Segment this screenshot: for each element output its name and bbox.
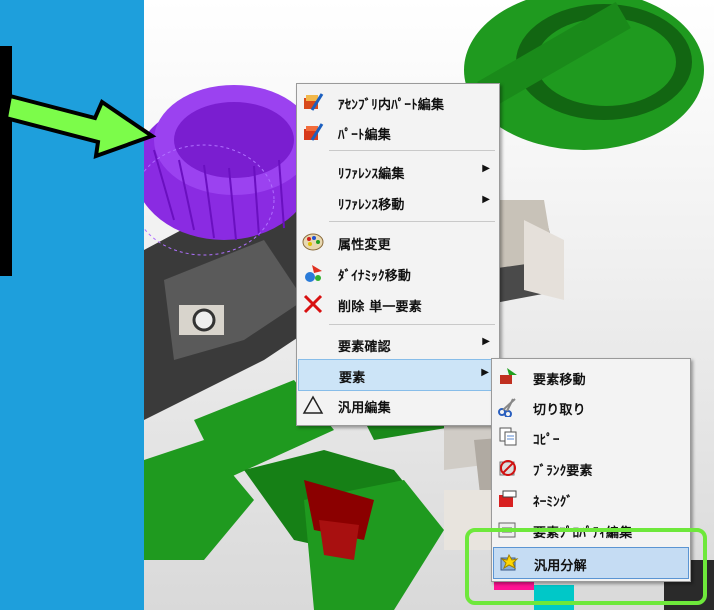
menu-item-label: 属性変更 (338, 238, 391, 253)
submenu-arrow-icon: ▶ (482, 336, 490, 347)
submenu-arrow-icon: ▶ (482, 163, 490, 174)
menu-separator (329, 324, 495, 325)
menu-item-part-edit[interactable]: ﾊﾟｰﾄ編集 (298, 117, 498, 147)
menu-item-dynamic-move[interactable]: ﾀﾞｲﾅﾐｯｸ移動 (298, 258, 498, 288)
submenu-item-element-move[interactable]: 要素移動 (493, 362, 689, 392)
menu-item-element[interactable]: 要素 ▶ (298, 359, 498, 391)
submenu-item-copy[interactable]: ｺﾋﾟｰ (493, 422, 689, 452)
menu-item-label: 削除 単一要素 (338, 300, 422, 315)
naming-icon (499, 490, 517, 507)
element-move-icon (500, 368, 517, 384)
menu-item-label: 要素移動 (533, 373, 586, 388)
menu-item-label: 要素確認 (338, 340, 391, 355)
triangle-icon (302, 395, 324, 414)
scissors-icon (498, 398, 516, 417)
menu-item-general-edit[interactable]: 汎用編集 (298, 390, 498, 420)
menu-item-label: ﾘﾌｧﾚﾝｽ編集 (338, 167, 405, 182)
menu-item-attribute-change[interactable]: 属性変更 (298, 227, 498, 257)
annotation-highlight-box (465, 528, 707, 605)
menu-item-label: 切り取り (533, 403, 586, 418)
menu-separator (329, 150, 495, 151)
menu-item-delete[interactable]: 削除 単一要素 (298, 289, 498, 319)
submenu-item-cut[interactable]: 切り取り (493, 392, 689, 422)
blank-element-icon (499, 460, 516, 476)
menu-item-label: 要素 (339, 371, 366, 386)
annotation-arrow (3, 93, 157, 159)
attribute-change-icon (302, 233, 324, 251)
menu-item-assembly-part-edit[interactable]: ｱｾﾝﾌﾞﾘ内ﾊﾟｰﾄ編集 (298, 87, 498, 117)
part-edit-icon (304, 123, 324, 141)
submenu-arrow-icon: ▶ (482, 194, 490, 205)
submenu-item-naming[interactable]: ﾈｰﾐﾝｸﾞ (493, 484, 689, 514)
menu-item-label: ｱｾﾝﾌﾞﾘ内ﾊﾟｰﾄ編集 (338, 98, 445, 113)
copy-icon (499, 427, 517, 446)
assembly-part-edit-icon (304, 93, 324, 111)
delete-icon (303, 294, 323, 314)
submenu-arrow-icon: ▶ (481, 367, 489, 378)
menu-separator (329, 221, 495, 222)
menu-item-label: ﾀﾞｲﾅﾐｯｸ移動 (338, 269, 412, 284)
menu-item-label: ｺﾋﾟｰ (533, 433, 560, 448)
menu-item-element-check[interactable]: 要素確認 ▶ (298, 329, 498, 359)
menu-item-reference-move[interactable]: ﾘﾌｧﾚﾝｽ移動 ▶ (298, 187, 498, 217)
menu-item-label: ﾊﾟｰﾄ編集 (338, 128, 392, 143)
dynamic-move-icon (305, 265, 322, 282)
menu-item-label: ﾘﾌｧﾚﾝｽ移動 (338, 198, 405, 213)
context-menu: ｱｾﾝﾌﾞﾘ内ﾊﾟｰﾄ編集 ﾊﾟｰﾄ編集 ﾘﾌｧﾚﾝｽ編集 ▶ ﾘﾌｧﾚﾝｽ移動… (296, 83, 500, 426)
submenu-item-blank-element[interactable]: ﾌﾞﾗﾝｸ要素 (493, 453, 689, 483)
menu-item-label: ﾈｰﾐﾝｸﾞ (533, 495, 573, 510)
menu-item-label: ﾌﾞﾗﾝｸ要素 (533, 464, 593, 479)
menu-item-label: 汎用編集 (338, 401, 391, 416)
menu-item-reference-edit[interactable]: ﾘﾌｧﾚﾝｽ編集 ▶ (298, 156, 498, 186)
